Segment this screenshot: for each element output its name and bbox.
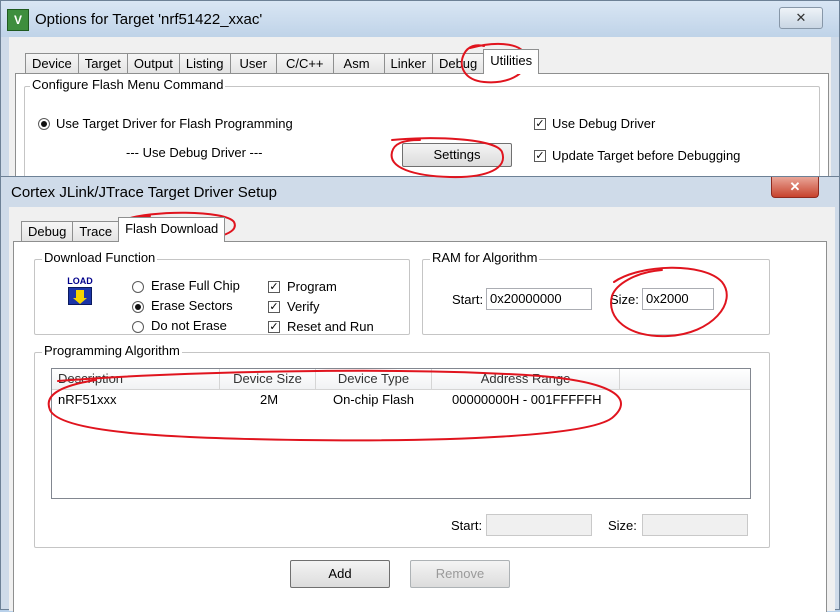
row-address-range: 00000000H - 001FFFFFH bbox=[452, 392, 602, 407]
use-target-driver-radio[interactable] bbox=[38, 118, 50, 130]
flash-driver-select[interactable]: --- Use Debug Driver --- bbox=[126, 145, 263, 160]
tab-target[interactable]: Target bbox=[77, 53, 128, 74]
algorithm-start-label: Start: bbox=[451, 518, 483, 533]
program-label: Program bbox=[287, 279, 337, 294]
add-button[interactable]: Add bbox=[290, 560, 390, 588]
flash-menu-group bbox=[24, 86, 820, 183]
erase-full-chip-radio[interactable] bbox=[132, 281, 144, 293]
erase-sectors-label: Erase Sectors bbox=[151, 298, 233, 313]
settings-button[interactable]: Settings bbox=[402, 143, 512, 167]
do-not-erase-radio[interactable] bbox=[132, 321, 144, 333]
erase-full-chip-label: Erase Full Chip bbox=[151, 278, 240, 293]
ram-size-label: Size: bbox=[610, 292, 639, 307]
tab-user[interactable]: User bbox=[229, 53, 277, 74]
ram-group-label: RAM for Algorithm bbox=[430, 250, 540, 265]
column-header-description[interactable]: Description bbox=[52, 369, 220, 389]
ram-start-input[interactable]: 0x20000000 bbox=[486, 288, 592, 310]
use-target-driver-label: Use Target Driver for Flash Programming bbox=[56, 116, 293, 131]
options-tabstrip: Device Target Output Listing User C/C++ … bbox=[25, 49, 540, 74]
program-checkbox[interactable]: ✓ bbox=[268, 281, 280, 293]
row-device-size: 2M bbox=[260, 392, 279, 407]
tab-listing[interactable]: Listing bbox=[178, 53, 231, 74]
close-icon[interactable]: ✕ bbox=[771, 177, 819, 198]
tab-device[interactable]: Device bbox=[25, 53, 79, 74]
dialog-tabstrip: Debug Trace Flash Download bbox=[21, 217, 226, 242]
tab-utilities[interactable]: Utilities bbox=[483, 49, 540, 74]
algorithm-list-header: Description Device Size Device Type Addr… bbox=[52, 369, 750, 390]
row-device-type: On-chip Flash bbox=[333, 392, 414, 407]
algorithm-size-label: Size: bbox=[608, 518, 637, 533]
flash-menu-group-label: Configure Flash Menu Command bbox=[30, 77, 226, 92]
column-header-device-type[interactable]: Device Type bbox=[316, 369, 432, 389]
reset-and-run-checkbox[interactable]: ✓ bbox=[268, 321, 280, 333]
algorithm-start-input[interactable] bbox=[486, 514, 592, 536]
tab-linker[interactable]: Linker bbox=[383, 53, 433, 74]
tab-debug[interactable]: Debug bbox=[431, 53, 485, 74]
tab-c-cpp[interactable]: C/C++ bbox=[275, 53, 334, 74]
uvision-icon: V bbox=[7, 9, 29, 31]
algorithm-list[interactable]: Description Device Size Device Type Addr… bbox=[51, 368, 751, 499]
use-debug-driver-checkbox[interactable]: ✓ bbox=[534, 118, 546, 130]
table-row[interactable]: nRF51xxx 2M On-chip Flash 00000000H - 00… bbox=[52, 389, 750, 409]
options-window-titlebar[interactable]: V Options for Target 'nrf51422_xxac' ✕ bbox=[1, 1, 839, 37]
jlink-setup-dialog: Cortex JLink/JTrace Target Driver Setup … bbox=[0, 176, 840, 612]
do-not-erase-label: Do not Erase bbox=[151, 318, 227, 333]
remove-button[interactable]: Remove bbox=[410, 560, 510, 588]
column-header-address-range[interactable]: Address Range bbox=[432, 369, 620, 389]
ram-size-input[interactable]: 0x2000 bbox=[642, 288, 714, 310]
programming-algorithm-group-label: Programming Algorithm bbox=[42, 343, 182, 358]
tab-trace[interactable]: Trace bbox=[72, 221, 120, 242]
verify-checkbox[interactable]: ✓ bbox=[268, 301, 280, 313]
load-icon: LOAD bbox=[64, 276, 96, 306]
column-header-device-size[interactable]: Device Size bbox=[220, 369, 316, 389]
update-target-checkbox[interactable]: ✓ bbox=[534, 150, 546, 162]
ram-start-label: Start: bbox=[452, 292, 484, 307]
algorithm-size-input[interactable] bbox=[642, 514, 748, 536]
row-description: nRF51xxx bbox=[58, 392, 117, 407]
verify-label: Verify bbox=[287, 299, 320, 314]
options-window-title: Options for Target 'nrf51422_xxac' bbox=[35, 11, 263, 28]
options-window: V Options for Target 'nrf51422_xxac' ✕ D… bbox=[0, 0, 840, 183]
tab-debug[interactable]: Debug bbox=[21, 221, 74, 242]
erase-sectors-radio[interactable] bbox=[132, 301, 144, 313]
update-target-label: Update Target before Debugging bbox=[552, 148, 741, 163]
options-window-client: Device Target Output Listing User C/C++ … bbox=[9, 37, 831, 183]
reset-and-run-label: Reset and Run bbox=[287, 319, 374, 334]
dialog-client: Debug Trace Flash Download Download Func… bbox=[9, 207, 835, 612]
download-function-group-label: Download Function bbox=[42, 250, 158, 265]
flash-download-panel: Download Function LOAD Erase Full Chip E… bbox=[13, 241, 827, 612]
tab-output[interactable]: Output bbox=[126, 53, 180, 74]
tab-flash-download[interactable]: Flash Download bbox=[118, 217, 226, 242]
tab-asm[interactable]: Asm bbox=[332, 53, 385, 74]
dialog-title: Cortex JLink/JTrace Target Driver Setup bbox=[11, 184, 277, 201]
utilities-panel: Configure Flash Menu Command Use Target … bbox=[15, 73, 829, 183]
use-debug-driver-label: Use Debug Driver bbox=[552, 116, 656, 131]
close-icon[interactable]: ✕ bbox=[779, 7, 823, 29]
